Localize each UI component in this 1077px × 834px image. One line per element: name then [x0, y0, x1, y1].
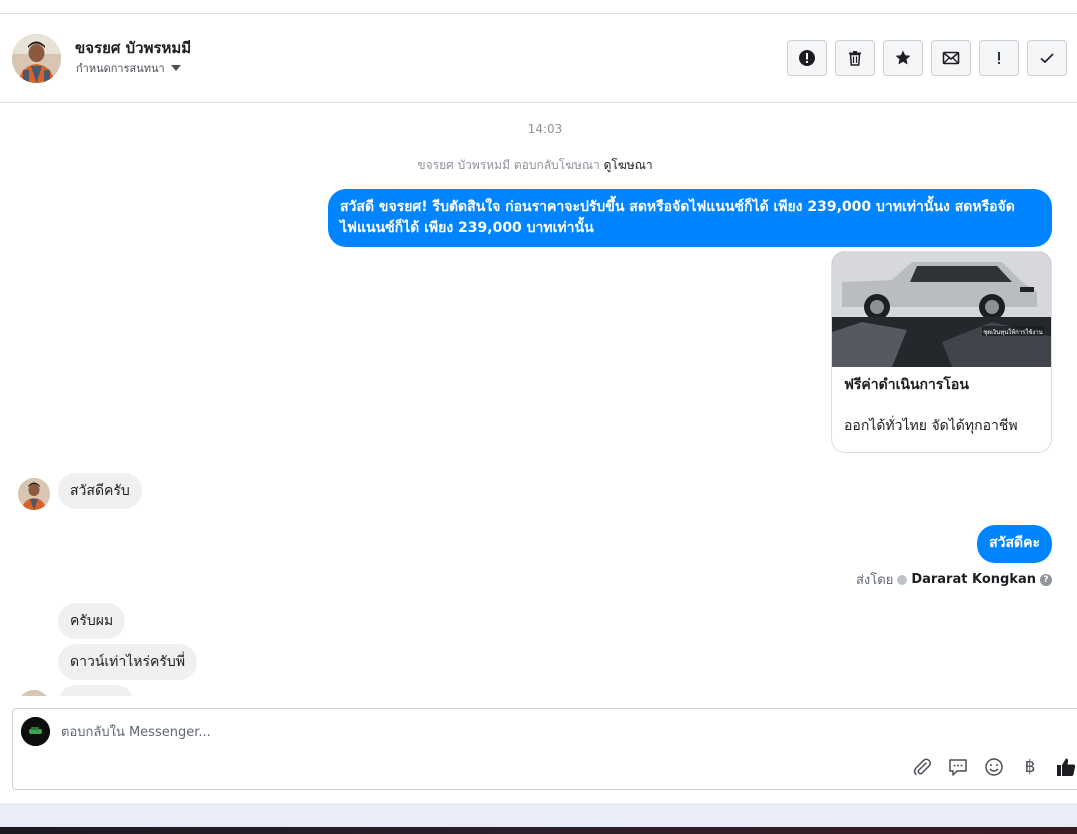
conversation-schedule-label: กำหนดการสนทนา	[76, 62, 165, 75]
ad-description: ออกได้ทั่วไทย จัดได้ทุกอาชีพ	[844, 418, 1018, 434]
check-icon	[1040, 53, 1054, 64]
incoming-message[interactable]: ดาวน์เท่าไหร่ครับพี่	[58, 644, 198, 680]
conversation-schedule[interactable]: กำหนดการสนทนา	[76, 59, 181, 77]
star-icon	[895, 50, 911, 65]
attach-button[interactable]	[911, 756, 933, 778]
ad-card[interactable]: ชุดเงินทุนให้การใช้งาน ฟรีค่าดำเนินการโอ…	[831, 251, 1052, 453]
report-icon	[799, 50, 815, 66]
contact-avatar[interactable]	[12, 34, 61, 83]
page-avatar	[21, 717, 50, 746]
contact-avatar-small	[18, 478, 50, 510]
incoming-message-partial[interactable]	[58, 685, 134, 696]
reply-input[interactable]	[61, 721, 961, 743]
sent-by-info: ส่งโดย Dararat Kongkan ?	[856, 569, 1052, 590]
mail-icon	[942, 51, 960, 65]
message-thread[interactable]: 14:03 ขจรยศ บัวพรหมมี ตอบกลับโฆษณา ดูโฆษ…	[0, 103, 1077, 696]
mark-unread-button[interactable]	[931, 40, 971, 76]
done-button[interactable]	[1027, 40, 1067, 76]
star-button[interactable]	[883, 40, 923, 76]
payment-button[interactable]: ฿	[1019, 756, 1041, 778]
thumbs-up-icon	[1057, 758, 1076, 776]
contact-name[interactable]: ขจรยศ บัวพรหมมี	[75, 36, 191, 60]
saved-reply-icon	[949, 759, 967, 776]
verified-icon	[897, 574, 908, 585]
like-button[interactable]	[1055, 756, 1077, 778]
ad-reply-text: ขจรยศ บัวพรหมมี ตอบกลับโฆษณา	[417, 158, 600, 172]
view-ad-link[interactable]: ดูโฆษณา	[604, 158, 653, 172]
message-timestamp: 14:03	[527, 122, 563, 136]
header-actions	[787, 40, 1067, 76]
report-button[interactable]	[787, 40, 827, 76]
spam-button[interactable]	[979, 40, 1019, 76]
sent-by-label: ส่งโดย	[855, 573, 894, 588]
trash-icon	[849, 51, 861, 66]
help-icon[interactable]: ?	[1040, 573, 1052, 586]
exclamation-icon	[998, 52, 1000, 64]
caret-down-icon	[170, 65, 181, 71]
contact-avatar-small	[18, 690, 50, 696]
composer-tools: ฿	[911, 756, 1077, 778]
taskbar-edge	[0, 827, 1077, 834]
ad-image: ชุดเงินทุนให้การใช้งาน	[832, 252, 1051, 367]
emoji-button[interactable]	[983, 756, 1005, 778]
outgoing-message[interactable]: สวัสดีคะ	[977, 525, 1052, 563]
emoji-icon	[985, 758, 1003, 776]
outgoing-message[interactable]: สวัสดี ขจรยศ! รีบตัดสินใจ ก่อนราคาจะปรับ…	[328, 189, 1052, 247]
incoming-message[interactable]: สวัสดีครับ	[58, 473, 142, 509]
baht-icon: ฿	[1024, 757, 1036, 777]
reply-composer: ฿	[12, 708, 1077, 790]
saved-replies-button[interactable]	[947, 756, 969, 778]
ad-title: ฟรีค่าดำเนินการโอน	[844, 377, 969, 393]
ad-reply-notice: ขจรยศ บัวพรหมมี ตอบกลับโฆษณา ดูโฆษณา	[0, 156, 1070, 175]
delete-button[interactable]	[835, 40, 875, 76]
ad-image-caption: ชุดเงินทุนให้การใช้งาน	[983, 328, 1043, 336]
page-footer-band	[0, 803, 1077, 827]
sender-name: Dararat Kongkan	[911, 572, 1036, 587]
paperclip-icon	[913, 758, 931, 776]
incoming-message[interactable]: ครับผม	[58, 603, 126, 639]
conversation-header: ขจรยศ บัวพรหมมี กำหนดการสนทนา	[0, 14, 1077, 103]
